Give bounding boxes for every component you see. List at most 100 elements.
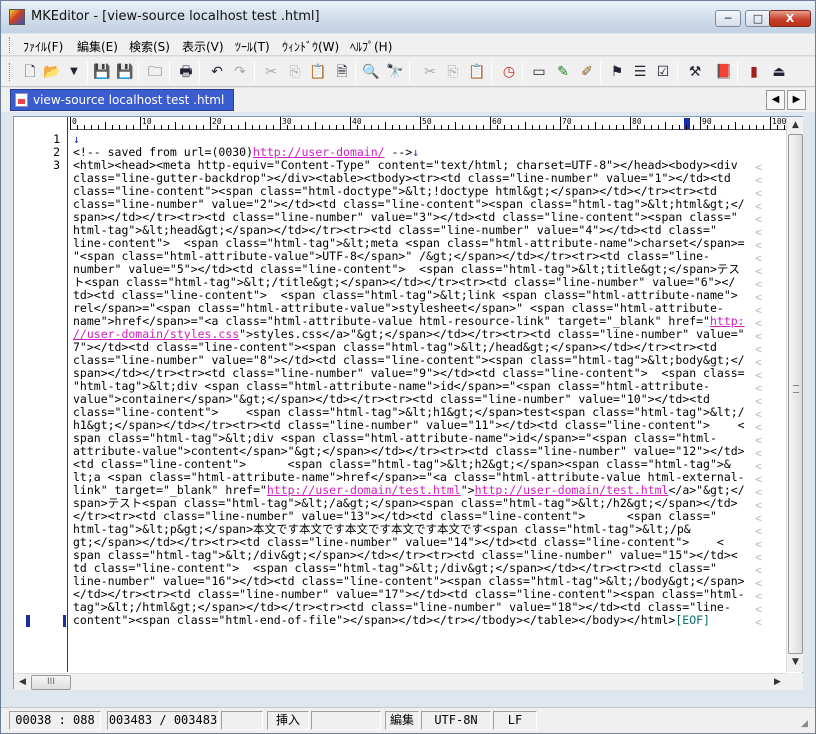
code-line[interactable]: rel</span>="<span class="html-attribute-… xyxy=(73,302,755,315)
horizontal-scrollbar[interactable]: ◀ III ▶ xyxy=(14,673,786,690)
scroll-left-arrow-icon[interactable]: ◀ xyxy=(14,674,31,691)
code-link[interactable]: http://user-domain/test.html xyxy=(267,484,461,497)
status-insert-mode[interactable]: 挿入 xyxy=(267,711,309,730)
paste2-icon[interactable]: 📋 xyxy=(466,61,488,83)
status-line-ending[interactable]: LF xyxy=(493,711,537,730)
copy-icon[interactable]: ⎘ xyxy=(284,61,306,83)
undo-icon[interactable]: ↶ xyxy=(206,61,228,83)
marker-icon[interactable]: ✐ xyxy=(576,61,598,83)
code-line[interactable]: h1&gt;</span></td></tr><tr><td class="li… xyxy=(73,419,755,432)
code-line[interactable]: "html-tag">&lt;div <span class="html-att… xyxy=(73,380,755,393)
code-line[interactable]: class="line-content"> <span class="html-… xyxy=(73,406,755,419)
menu-search[interactable]: 検索(S) xyxy=(129,38,170,55)
code-line[interactable]: link" target="_blank" href="http://user-… xyxy=(73,484,755,497)
code-line[interactable]: ト<span class="html-tag">&lt;/title&gt;</… xyxy=(73,276,755,289)
code-line[interactable]: attribute-value">content</span>"&gt;</sp… xyxy=(73,445,755,458)
code-line[interactable]: span class="html-tag">&lt;div <span clas… xyxy=(73,432,755,445)
code-line[interactable]: td><td class="line-content"> <span class… xyxy=(73,289,755,302)
code-line[interactable]: span></td></tr><tr><td class="line-numbe… xyxy=(73,211,755,224)
code-line[interactable]: "<span class="html-attribute-value">UTF-… xyxy=(73,250,755,263)
app-logo-icon[interactable] xyxy=(9,9,25,25)
menu-edit[interactable]: 編集(E) xyxy=(77,38,118,55)
grep-icon[interactable]: ▮ xyxy=(743,61,765,83)
vertical-scrollbar[interactable]: ▲ ▼ xyxy=(786,117,803,672)
run-icon[interactable]: ⏏ xyxy=(768,61,790,83)
tab-view-source[interactable]: view-source localhost test .html xyxy=(10,89,234,111)
vertical-scroll-thumb[interactable] xyxy=(788,134,803,654)
code-line[interactable]: 7"></td><td class="line-content"><span c… xyxy=(73,341,755,354)
menu-window[interactable]: ｳｨﾝﾄﾞｳ(W) xyxy=(282,38,339,55)
bookmark-icon[interactable]: ⚑ xyxy=(606,61,628,83)
print-icon[interactable]: 🖶 xyxy=(175,61,197,83)
code-text[interactable]: ↓ <!-- saved from url=(0030)http://user-d… xyxy=(73,133,755,673)
open-folder-icon[interactable]: 📂 xyxy=(41,61,63,83)
code-link[interactable]: http: xyxy=(710,315,745,328)
maximize-button[interactable]: □ xyxy=(745,10,771,27)
check-icon[interactable]: ☑ xyxy=(652,61,674,83)
code-link[interactable]: http://user-domain/ xyxy=(253,146,385,159)
menu-grip[interactable] xyxy=(9,37,12,53)
code-line[interactable]: span class="html-tag">&lt;/div&gt;</span… xyxy=(73,549,755,562)
tab-prev-button[interactable]: ◀ xyxy=(766,90,785,110)
editor-area[interactable]: 1 2 3 0 10 20 30 40 50 60 70 80 90 100 ↓ <!-- saved… xyxy=(13,116,803,690)
code-line[interactable]: line-number" value="16"></td><td class="… xyxy=(73,575,755,588)
code-line[interactable]: class="line-number" value="2"></td><td c… xyxy=(73,198,755,211)
code-line[interactable]: line-content"> <span class="html-tag">&l… xyxy=(73,237,755,250)
menu-file[interactable]: ﾌｧｲﾙ(F) xyxy=(23,38,63,55)
title-bar[interactable]: MKEditor - [view-source localhost test .… xyxy=(1,1,815,33)
scroll-down-arrow-icon[interactable]: ▼ xyxy=(787,654,804,671)
code-link[interactable]: http://user-domain/test.html xyxy=(475,484,669,497)
menu-help[interactable]: ﾍﾙﾌﾟ(H) xyxy=(350,38,392,55)
code-line[interactable]: lt;a <span class="html-attribute-name">h… xyxy=(73,471,755,484)
code-link[interactable]: //user-domain/styles.css xyxy=(73,328,239,341)
code-line[interactable]: <html><head><meta http-equiv="Content-Ty… xyxy=(73,159,755,172)
code-line[interactable]: <!-- saved from url=(0030)http://user-do… xyxy=(73,146,755,159)
menu-tools[interactable]: ﾂｰﾙ(T) xyxy=(235,38,270,55)
book-icon[interactable]: 📕 xyxy=(713,61,735,83)
find-next-icon[interactable]: 🔭 xyxy=(384,61,406,83)
code-line[interactable]: html-tag">&lt;head&gt;</span></td></tr><… xyxy=(73,224,755,237)
code-line[interactable]: </td></tr><tr><td class="line-number" va… xyxy=(73,588,755,601)
copy2-icon[interactable]: ⎘ xyxy=(442,61,464,83)
close-button[interactable]: X xyxy=(769,10,811,27)
paste-special-icon[interactable]: 🗎 xyxy=(331,61,353,83)
scroll-up-arrow-icon[interactable]: ▲ xyxy=(787,117,804,134)
toolbar-grip[interactable] xyxy=(9,63,12,81)
code-line[interactable]: span></td></tr><tr><td class="line-numbe… xyxy=(73,367,755,380)
code-line[interactable]: gt;</span></td></tr><tr><td class="line-… xyxy=(73,536,755,549)
code-line[interactable]: class="line-gutter-backdrop"></div><tabl… xyxy=(73,172,755,185)
code-line[interactable]: class="line-content"><span class="html-d… xyxy=(73,185,755,198)
horizontal-scroll-thumb[interactable]: III xyxy=(31,675,71,690)
scroll-right-arrow-icon[interactable]: ▶ xyxy=(769,674,786,691)
line-gutter[interactable]: 1 2 3 xyxy=(14,117,68,672)
code-line[interactable]: <td class="line-content"> <span class="h… xyxy=(73,458,755,471)
paste-icon[interactable]: 📋 xyxy=(307,61,329,83)
code-line[interactable]: span>テスト<span class="html-tag">&lt;/a&gt… xyxy=(73,497,755,510)
code-line[interactable]: class="line-number" value="8"></td><td c… xyxy=(73,354,755,367)
new-file-icon[interactable]: 🗋 xyxy=(19,61,41,83)
tab-next-button[interactable]: ▶ xyxy=(787,90,806,110)
clock-icon[interactable]: ◷ xyxy=(498,61,520,83)
resize-grip-icon[interactable]: ◢ xyxy=(801,719,813,731)
window-icon[interactable]: ▭ xyxy=(528,61,550,83)
save-disabled-icon[interactable]: 💾 xyxy=(91,61,113,83)
code-line[interactable]: //user-domain/styles.css">styles.css</a>… xyxy=(73,328,755,341)
cut2-icon[interactable]: ✂ xyxy=(419,61,441,83)
code-line[interactable]: name">href</span>="<a class="html-attrib… xyxy=(73,315,755,328)
code-line[interactable]: tag">&lt;/html&gt;</span></td></tr><tr><… xyxy=(73,601,755,614)
pen-icon[interactable]: ✎ xyxy=(552,61,574,83)
save-icon[interactable]: 💾 xyxy=(114,61,136,83)
find-icon[interactable]: 🔍 xyxy=(360,61,382,83)
redo-icon[interactable]: ↷ xyxy=(229,61,251,83)
code-line[interactable]: number" value="5"></td><td class="line-c… xyxy=(73,263,755,276)
dropdown-arrow-icon[interactable]: ▼ xyxy=(63,61,85,83)
code-line[interactable]: html-tag">&lt;p&gt;</span>本文です本文です本文です本文… xyxy=(73,523,755,536)
cut-icon[interactable]: ✂ xyxy=(260,61,282,83)
status-edit-mode[interactable]: 編集 xyxy=(385,711,419,730)
code-line[interactable]: </tr><tr><td class="line-number" value="… xyxy=(73,510,755,523)
list-icon[interactable]: ☰ xyxy=(629,61,651,83)
menu-view[interactable]: 表示(V) xyxy=(182,38,224,55)
code-line[interactable]: ↓ xyxy=(73,133,755,146)
folder-icon[interactable]: 🗀 xyxy=(144,61,166,83)
status-encoding[interactable]: UTF-8N xyxy=(421,711,491,730)
